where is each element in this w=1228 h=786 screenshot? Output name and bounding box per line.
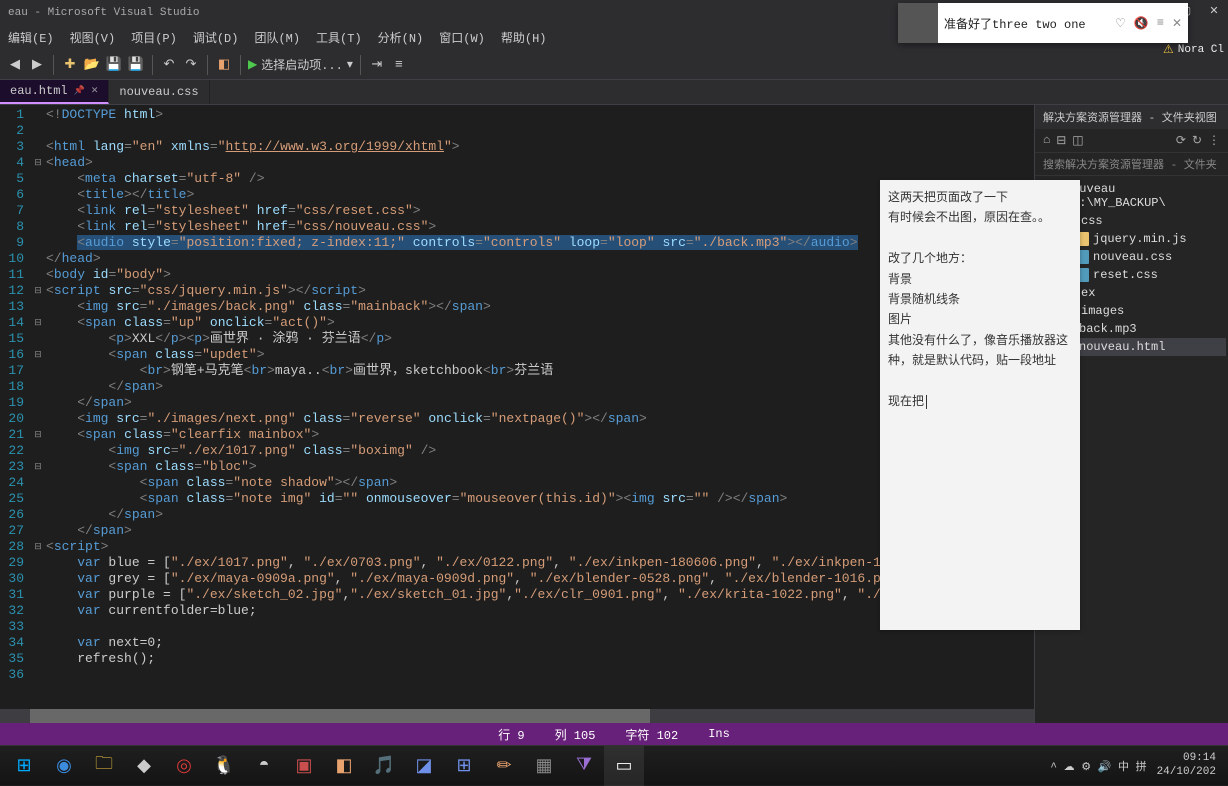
menu-工具(T)[interactable]: 工具(T) [308,27,370,48]
scroll-thumb[interactable] [30,709,650,723]
redo-button[interactable]: ↷ [182,56,200,74]
close-icon[interactable]: ✕ [91,86,99,96]
menu-团队(M)[interactable]: 团队(M) [246,27,308,48]
menu-视图(V)[interactable]: 视图(V) [62,27,124,48]
separator [53,55,54,75]
status-mode: Ins [708,727,730,741]
menu-编辑(E)[interactable]: 编辑(E) [0,27,62,48]
nav-icon[interactable]: ◫ [1072,133,1083,148]
menu-项目(P)[interactable]: 项目(P) [123,27,185,48]
save-all-button[interactable]: 💾 [127,56,145,74]
open-button[interactable]: 📂 [83,56,101,74]
mute-icon[interactable]: 🔇 [1134,16,1149,31]
clock[interactable]: 09:14 24/10/202 [1157,752,1216,778]
app-title: eau - Microsoft Visual Studio [8,7,199,19]
menu-帮助(H)[interactable]: 帮助(H) [493,27,555,48]
task-note[interactable]: ▭ [604,746,644,786]
track-title: 准备好了three two one [938,15,1115,32]
task-app6[interactable]: ✏ [484,746,524,786]
sticky-note[interactable]: 这两天把页面改了一下 有时候会不出图，原因在查。。 改了几个地方： 背景 背景随… [880,180,1080,630]
separator [152,55,153,75]
dropdown-icon: ▾ [347,57,353,72]
step-button[interactable]: ⇥ [368,56,386,74]
list-icon[interactable]: ≡ [1157,16,1164,30]
text-cursor [926,395,927,409]
like-icon[interactable]: ♡ [1115,16,1126,31]
separator [207,55,208,75]
panel-toolbar: ⌂ ⊟ ◫ ⟳ ↻ ⋮ [1035,129,1228,152]
play-icon: ▶ [248,57,257,72]
search-explorer[interactable]: 搜索解决方案资源管理器 - 文件夹 [1035,152,1228,176]
task-app3[interactable]: 🎵 [364,746,404,786]
task-qq[interactable]: 🐧 [204,746,244,786]
new-file-button[interactable]: ✚ [61,56,79,74]
status-col: 列 105 [555,726,596,743]
filter-icon[interactable]: ⋮ [1208,133,1220,148]
fold-column[interactable]: ⊟⊟⊟⊟⊟⊟⊟ [30,105,46,723]
music-notification[interactable]: 准备好了three two one ♡ 🔇 ≡ ✕ [898,3,1188,43]
undo-button[interactable]: ↶ [160,56,178,74]
collapse-icon[interactable]: ⊟ [1056,133,1066,148]
save-button[interactable]: 💾 [105,56,123,74]
task-app2[interactable]: ◧ [324,746,364,786]
separator [240,55,241,75]
task-unity[interactable]: ◆ [124,746,164,786]
pin-icon[interactable]: 📌 [74,86,85,96]
status-bar: 行 9 列 105 字符 102 Ins [0,723,1228,745]
taskbar: ⊞ ◉ 🗀 ◆ ◎ 🐧 ◓ ▣ ◧ 🎵 ◪ ⊞ ✏ ▦ ⧩ ▭ ^ ☁ ⚙ 🔊 … [0,745,1228,785]
list-button[interactable]: ≡ [390,56,408,74]
line-numbers: 1234567891011121314151617181920212223242… [0,105,30,723]
status-char: 字符 102 [625,726,678,743]
refresh-icon[interactable]: ↻ [1192,133,1202,148]
task-explorer[interactable]: 🗀 [84,746,124,786]
home-icon[interactable]: ⌂ [1043,133,1050,148]
task-app5[interactable]: ⊞ [444,746,484,786]
task-edge[interactable]: ◉ [44,746,84,786]
album-art [898,3,938,43]
run-button[interactable]: ▶ 选择启动项... ▾ [248,56,353,73]
panel-title: 解决方案资源管理器 - 文件夹视图 [1035,105,1228,129]
warning-icon: ⚠ [1163,42,1174,57]
task-app4[interactable]: ◪ [404,746,444,786]
task-app1[interactable]: ▣ [284,746,324,786]
tray-icons[interactable]: ^ ☁ ⚙ 🔊 中 拼 [1050,758,1146,774]
start-button[interactable]: ⊞ [4,746,44,786]
menu-调试(D)[interactable]: 调试(D) [185,27,247,48]
task-app7[interactable]: ▦ [524,746,564,786]
tab-nouveau-css[interactable]: nouveau.css [109,80,209,104]
task-vs[interactable]: ⧩ [564,746,604,786]
back-button[interactable]: ◀ [6,56,24,74]
tab-bar: eau.html 📌 ✕ nouveau.css [0,80,1228,105]
separator [360,55,361,75]
config-button[interactable]: ◧ [215,56,233,74]
status-line: 行 9 [498,726,524,743]
toolbar: ◀ ▶ ✚ 📂 💾 💾 ↶ ↷ ◧ ▶ 选择启动项... ▾ ⇥ ≡ [0,50,1228,80]
hscrollbar[interactable] [0,709,1034,723]
editor[interactable]: 1234567891011121314151617181920212223242… [0,105,1034,723]
close-icon[interactable]: ✕ [1172,16,1182,31]
tab-eau-html[interactable]: eau.html 📌 ✕ [0,80,109,104]
forward-button[interactable]: ▶ [28,56,46,74]
menu-窗口(W)[interactable]: 窗口(W) [431,27,493,48]
close-button[interactable]: ✕ [1200,0,1228,22]
sync-icon[interactable]: ⟳ [1176,133,1186,148]
menu-分析(N)[interactable]: 分析(N) [370,27,432,48]
user-badge[interactable]: ⚠ Nora Cl [1163,42,1224,57]
task-obs[interactable]: ◓ [244,746,284,786]
task-netease[interactable]: ◎ [164,746,204,786]
